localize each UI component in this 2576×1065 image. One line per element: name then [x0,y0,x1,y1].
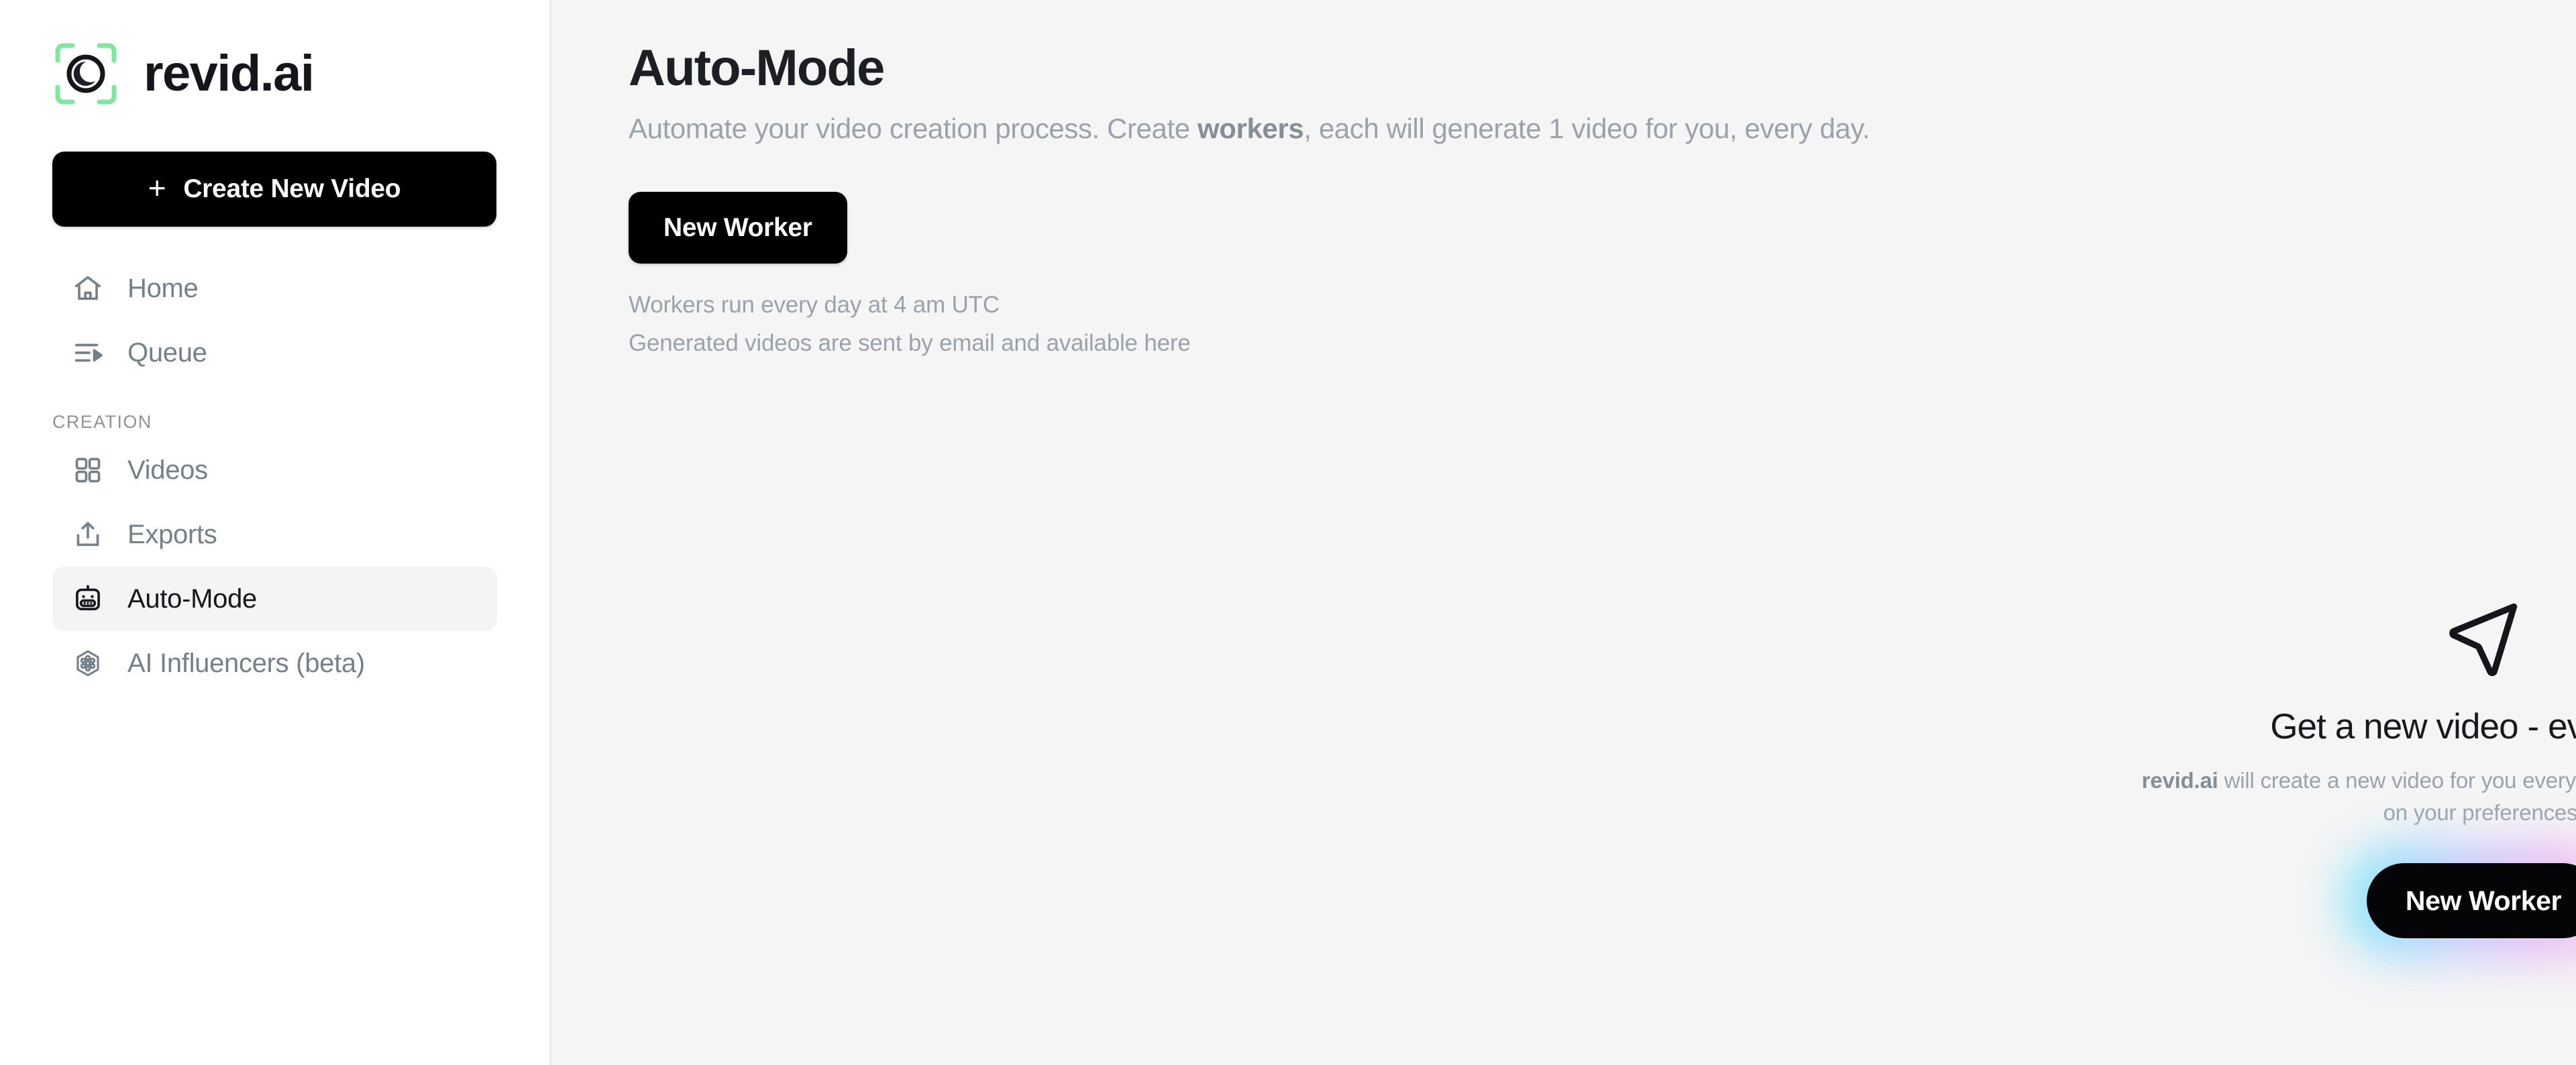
plus-icon: + [148,170,166,205]
new-worker-button[interactable]: New Worker [629,192,847,264]
sidebar-item-ai-influencers[interactable]: AI Influencers (beta) [52,631,497,695]
cta-container: New Worker [2342,843,2576,959]
create-new-video-label: Create New Video [183,174,401,203]
sidebar-item-exports[interactable]: Exports [52,502,497,567]
grid-icon [71,453,105,487]
sidebar-item-auto-mode[interactable]: Auto-Mode [52,567,497,631]
sidebar-item-home-label: Home [127,273,199,303]
empty-state-description: revid.ai will create a new video for you… [2128,765,2576,828]
sidebar-section-creation: CREATION [52,412,152,432]
create-new-video-button[interactable]: + Create New Video [52,152,496,227]
empty-state-new-worker-button[interactable]: New Worker [2366,863,2576,939]
sidebar-item-queue[interactable]: Queue [52,321,497,385]
page-subtitle: Automate your video creation process. Cr… [629,111,2576,147]
sidebar-item-home[interactable]: Home [52,256,497,321]
page-title: Auto-Mode [629,40,885,97]
helper-text: Workers run every day at 4 am UTC Genera… [629,286,2576,362]
page-subtitle-emphasis: workers [1197,112,1304,144]
sidebar-item-videos[interactable]: Videos [52,438,497,502]
empty-state-new-worker-label: New Worker [2405,885,2562,916]
brand-wordmark: revid.ai [144,45,315,102]
home-icon [71,272,105,305]
sidebar: revid.ai + Create New Video Home Queue C… [0,0,551,1065]
sidebar-item-exports-label: Exports [127,519,217,549]
new-worker-button-label: New Worker [663,213,812,242]
sidebar-item-videos-label: Videos [127,455,208,485]
robot-icon [71,582,105,616]
helper-text-schedule: Workers run every day at 4 am UTC [629,292,1000,319]
queue-list-play-icon [71,336,105,370]
upload-share-icon [71,518,105,551]
sidebar-nav: Home Queue CREATION Videos Exports Auto-… [0,256,549,695]
eye-in-brackets-icon [48,36,123,111]
empty-state-description-rest: will create a new video for you every da… [2224,768,2576,825]
hexagon-molecule-icon [71,647,105,680]
brand-logo[interactable]: revid.ai [0,35,549,113]
sidebar-item-queue-label: Queue [127,337,207,368]
sidebar-item-auto-mode-label: Auto-Mode [127,583,257,614]
page-subtitle-part2: , each will generate 1 video for you, ev… [1303,112,1870,144]
page-subtitle-part1: Automate your video creation process. Cr… [629,112,1198,144]
sidebar-item-ai-influencers-label: AI Influencers (beta) [127,648,365,678]
navigation-send-arrow-icon [2440,594,2527,681]
empty-state: Get a new video - every day revid.ai wil… [2081,594,2576,959]
empty-state-title: Get a new video - every day [2270,707,2576,746]
main-content: Auto-Mode Automate your video creation p… [551,0,2576,1065]
helper-text-delivery: Generated videos are sent by email and a… [629,329,1191,356]
empty-state-description-brand: revid.ai [2141,768,2218,793]
